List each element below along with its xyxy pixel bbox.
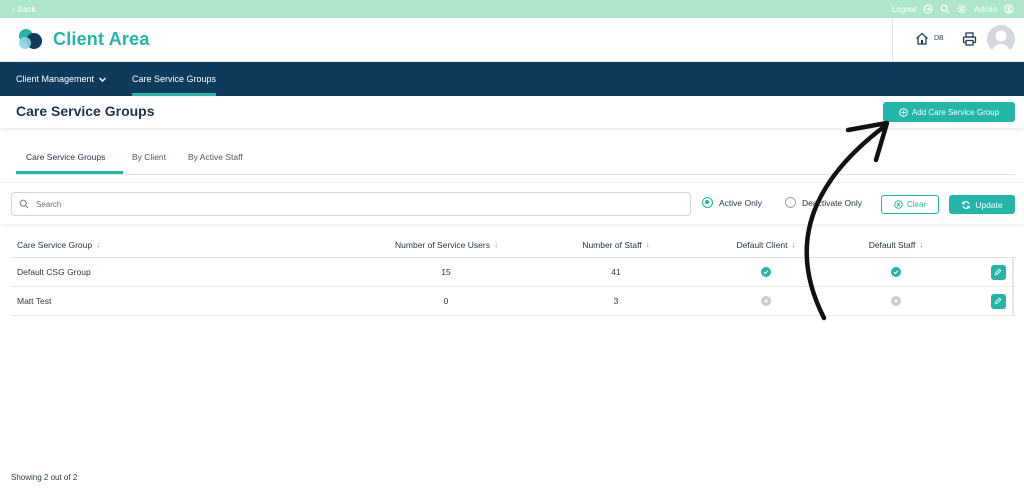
cell-default-staff: [851, 258, 941, 286]
back-label: Back: [17, 4, 36, 14]
nav-care-service-groups[interactable]: Care Service Groups: [132, 62, 217, 96]
active-only-radio[interactable]: Active Only: [702, 197, 762, 208]
cell-actions: [989, 287, 1007, 315]
app-title: Client Area: [53, 28, 150, 49]
tab-care-service-groups[interactable]: Care Service Groups: [26, 152, 105, 162]
cell-actions: [989, 258, 1007, 286]
chevron-down-icon: [99, 77, 107, 82]
page-title-bar: Care Service Groups Add Care Service Gro…: [0, 96, 1024, 128]
logout-link[interactable]: Logout: [892, 5, 916, 14]
refresh-icon: [962, 200, 971, 209]
column-header-care-service-group[interactable]: Care Service Group ↓: [17, 232, 100, 257]
sort-arrow-icon: ↓: [645, 240, 650, 249]
column-header-label: Default Staff: [868, 239, 916, 250]
nav-client-management-label: Client Management: [16, 74, 95, 84]
column-header-default-staff[interactable]: Default Staff ↓: [851, 232, 941, 257]
view-tabs: Care Service Groups By Client By Active …: [16, 146, 1015, 175]
logo-icon: [19, 29, 42, 49]
update-button[interactable]: Update: [949, 195, 1015, 214]
table-header-row: Care Service Group ↓ Number of Service Us…: [11, 232, 1016, 258]
update-label: Update: [975, 199, 1003, 210]
check-circle-icon: [891, 267, 901, 277]
top-strip: ‹ Back Logout Admin: [0, 0, 1024, 18]
column-header-label: Number of Service Users: [395, 239, 490, 250]
column-header-default-client[interactable]: Default Client ↓: [716, 232, 816, 257]
pencil-icon: [994, 268, 1002, 276]
active-tab-indicator: [16, 171, 123, 174]
radio-selected-icon: [702, 197, 713, 208]
x-circle-icon: [891, 296, 901, 306]
clear-icon: [894, 200, 903, 209]
logout-icon[interactable]: [923, 4, 933, 14]
column-header-staff[interactable]: Number of Staff ↓: [571, 232, 661, 257]
column-header-service-users[interactable]: Number of Service Users ↓: [389, 232, 504, 257]
tab-by-client[interactable]: By Client: [132, 152, 166, 162]
main-nav: Client Management Care Service Groups: [0, 62, 1024, 96]
table-row: Matt Test 0 3: [11, 287, 1016, 316]
top-strip-actions: Logout Admin: [892, 4, 1014, 14]
header-divider: [892, 18, 893, 62]
cell-default-client: [716, 258, 816, 286]
search-box[interactable]: [11, 192, 691, 216]
column-header-label: Default Client: [736, 239, 788, 250]
search-input[interactable]: [36, 199, 636, 209]
app-logo[interactable]: Client Area: [15, 28, 150, 50]
table-scrollbar[interactable]: [1012, 258, 1014, 316]
cell-group-name: Default CSG Group: [17, 267, 91, 277]
printer-icon: [962, 32, 977, 46]
plus-circle-icon: [899, 107, 908, 117]
avatar[interactable]: [987, 25, 1015, 53]
print-button[interactable]: [962, 32, 977, 51]
sort-arrow-icon: ↓: [493, 240, 498, 249]
user-avatar-icon: [991, 30, 1011, 53]
check-circle-icon: [761, 267, 771, 277]
user-menu[interactable]: Admin: [974, 5, 997, 14]
table-row: Default CSG Group 15 41: [11, 258, 1016, 287]
page-title: Care Service Groups: [16, 103, 155, 119]
cell-service-users: 0: [443, 296, 449, 306]
care-service-groups-table: Care Service Group ↓ Number of Service Us…: [11, 232, 1016, 316]
edit-button[interactable]: [990, 293, 1006, 309]
cell-group-name: Matt Test: [17, 296, 52, 306]
filter-bar: Active Only Deactivate Only Clear Update: [0, 182, 1024, 224]
search-icon: [19, 199, 29, 209]
search-icon[interactable]: [940, 4, 950, 14]
cell-staff: 3: [613, 296, 619, 306]
chevron-left-icon: ‹: [12, 4, 15, 14]
radio-unselected-icon: [785, 197, 796, 208]
cell-default-staff: [851, 287, 941, 315]
add-care-service-group-button[interactable]: Add Care Service Group: [883, 102, 1015, 122]
app-header: Client Area DB: [0, 18, 1024, 62]
user-icon[interactable]: [1004, 4, 1014, 14]
active-only-label: Active Only: [719, 197, 762, 208]
add-care-service-group-label: Add Care Service Group: [911, 107, 1000, 117]
home-label: DB: [934, 35, 944, 42]
clear-button[interactable]: Clear: [881, 195, 939, 214]
clear-label: Clear: [906, 200, 927, 209]
tab-by-active-staff[interactable]: By Active Staff: [188, 152, 243, 162]
cell-service-users: 15: [441, 267, 451, 277]
sort-arrow-icon: ↓: [791, 240, 796, 249]
home-icon: [916, 32, 928, 45]
column-header-label: Care Service Group: [17, 239, 93, 250]
cell-staff: 41: [611, 267, 621, 277]
deactivate-only-label: Deactivate Only: [802, 197, 862, 208]
home-button[interactable]: DB: [915, 32, 944, 45]
column-header-label: Number of Staff: [582, 239, 642, 250]
deactivate-only-radio[interactable]: Deactivate Only: [785, 197, 862, 208]
pencil-icon: [994, 297, 1002, 305]
sort-arrow-icon: ↓: [919, 240, 924, 249]
sort-arrow-icon: ↓: [96, 240, 101, 249]
back-link[interactable]: ‹ Back: [12, 5, 35, 14]
x-circle-icon: [761, 296, 771, 306]
nav-client-management[interactable]: Client Management: [16, 62, 107, 96]
pagination-summary: Showing 2 out of 2: [11, 473, 78, 482]
gear-icon[interactable]: [957, 4, 967, 14]
edit-button[interactable]: [990, 264, 1006, 280]
cell-default-client: [716, 287, 816, 315]
nav-care-service-groups-label: Care Service Groups: [132, 74, 217, 84]
